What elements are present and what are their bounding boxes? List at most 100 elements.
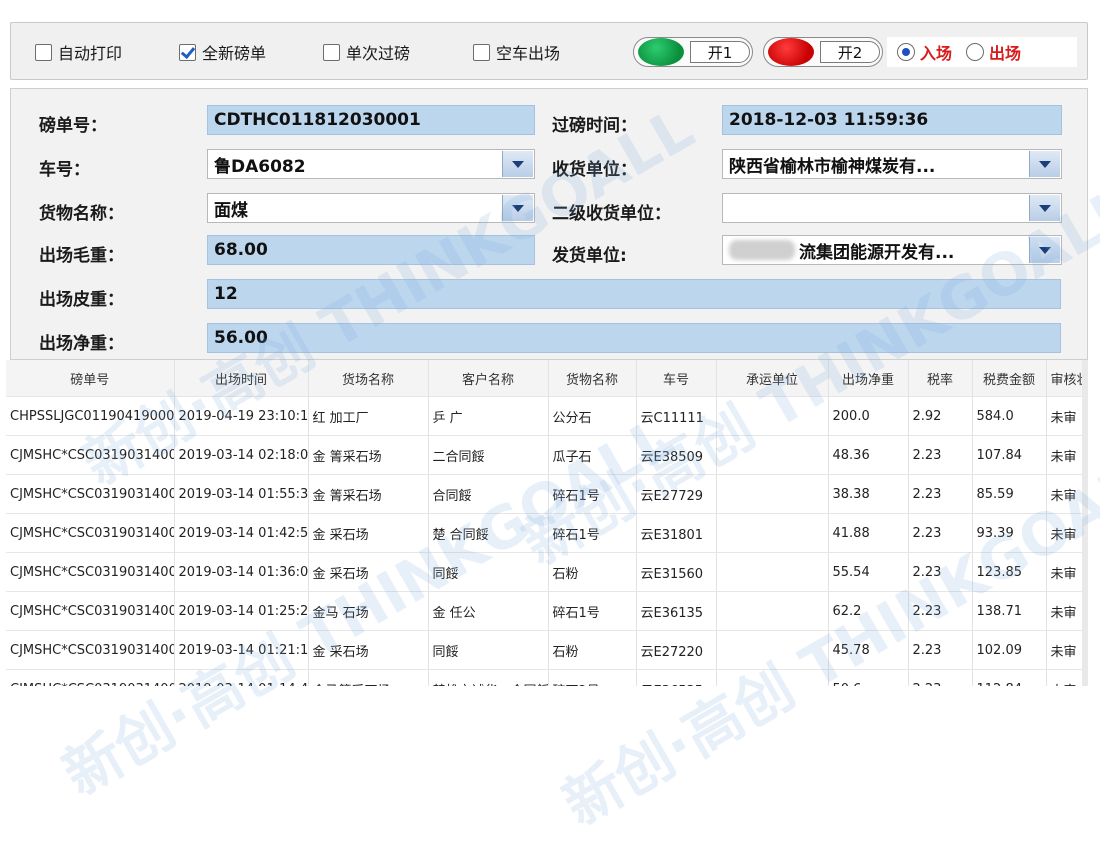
table-cell: 碎石1号 bbox=[548, 474, 637, 514]
goods-combo[interactable]: 面煤 bbox=[207, 193, 535, 223]
tare-weight-field[interactable]: 12 bbox=[207, 279, 1061, 309]
receiver-label: 收货单位： bbox=[552, 160, 637, 180]
table-row[interactable]: CJMSHC*CSC03190314001 2019-03-14 01:21:15… bbox=[6, 630, 1088, 670]
table-cell: 2.92 bbox=[908, 396, 973, 436]
radio-label: 入场 bbox=[920, 44, 953, 63]
radio-entry[interactable]: 入场 bbox=[897, 40, 952, 64]
table-cell: 同餒 bbox=[428, 630, 549, 670]
checkbox-label: 自动打印 bbox=[58, 44, 123, 63]
table-cell: 金 箐采石场 bbox=[308, 474, 429, 514]
table-cell: 云E27729 bbox=[636, 474, 717, 514]
table-cell: 2.23 bbox=[908, 435, 973, 475]
chevron-down-icon[interactable] bbox=[1029, 151, 1060, 177]
truck-no-label: 车号： bbox=[39, 160, 90, 180]
table-cell: 2.23 bbox=[908, 513, 973, 553]
sender-combo[interactable]: 流集团能源开发有... bbox=[722, 235, 1062, 265]
table-cell: 二合同餒 bbox=[428, 435, 549, 475]
weigh-time-field[interactable]: 2018-12-03 11:59:36 bbox=[722, 105, 1062, 135]
table-row[interactable]: CJMSHC*CSC031903140012019-03-14 01:14:41… bbox=[6, 669, 1088, 686]
gate-2-switch[interactable]: 开2 bbox=[763, 37, 883, 67]
radio-exit[interactable]: 出场 bbox=[966, 40, 1021, 64]
column-header[interactable]: 货物名称 bbox=[548, 360, 637, 397]
ticket-no-field[interactable]: CDTHC011812030001 bbox=[207, 105, 535, 135]
table-cell: 38.38 bbox=[828, 474, 909, 514]
redacted-blur bbox=[729, 240, 795, 260]
table-cell: 2.23 bbox=[908, 591, 973, 631]
table-row[interactable]: CJMSHC*CSC03190314001 2019-03-14 02:18:08… bbox=[6, 435, 1088, 475]
table-cell: 石粉 bbox=[548, 552, 637, 592]
chevron-down-icon[interactable] bbox=[502, 151, 533, 177]
table-cell: 123.85 bbox=[972, 552, 1047, 592]
table-cell: 同餒 bbox=[428, 552, 549, 592]
radio-dot-selected[interactable] bbox=[897, 43, 915, 61]
gross-weight-field[interactable]: 68.00 bbox=[207, 235, 535, 265]
table-cell: 楚 合同餒 bbox=[428, 513, 549, 553]
chevron-down-icon[interactable] bbox=[1029, 237, 1060, 263]
table-cell: 石粉 bbox=[548, 630, 637, 670]
table-cell: 2.23 bbox=[908, 669, 973, 686]
column-header[interactable]: 出场净重 bbox=[828, 360, 909, 397]
table-cell: CJMSHC*CSC03190314001 bbox=[6, 630, 175, 670]
chevron-down-icon[interactable] bbox=[1029, 195, 1060, 221]
gate-1-switch[interactable]: 开1 bbox=[633, 37, 753, 67]
net-weight-field[interactable]: 56.00 bbox=[207, 323, 1061, 353]
checkbox-box[interactable] bbox=[35, 43, 52, 61]
red-light-icon bbox=[768, 38, 814, 66]
switch-label[interactable]: 开2 bbox=[820, 41, 880, 63]
table-cell: 200.0 bbox=[828, 396, 909, 436]
checkbox-box-checked[interactable] bbox=[179, 43, 196, 61]
checkbox-box[interactable] bbox=[323, 43, 340, 61]
table-cell: 2.23 bbox=[908, 552, 973, 592]
column-header[interactable]: 货场名称 bbox=[308, 360, 429, 397]
table-row[interactable]: CJMSHC*CSC03190314001 2019-03-14 01:42:51… bbox=[6, 513, 1088, 553]
table-cell: 2019-03-14 01:25:26 bbox=[174, 591, 309, 631]
switch-label[interactable]: 开1 bbox=[690, 41, 750, 63]
table-cell: CJMSHC*CSC03190314001 bbox=[6, 552, 175, 592]
table-cell: 云E31560 bbox=[636, 552, 717, 592]
receiver-combo[interactable]: 陕西省榆林市榆神煤炭有... bbox=[722, 149, 1062, 179]
column-header[interactable]: 磅单号 bbox=[6, 360, 175, 397]
table-cell: 云E27220 bbox=[636, 630, 717, 670]
tare-weight-label: 出场皮重： bbox=[39, 290, 124, 310]
column-header[interactable]: 客户名称 bbox=[428, 360, 549, 397]
table-cell: 金 采石场 bbox=[308, 552, 429, 592]
table-cell: CJMSHC*CSC03190314001 bbox=[6, 435, 175, 475]
auto-print-checkbox[interactable]: 自动打印 bbox=[35, 41, 122, 63]
direction-radio-group: 入场 出场 bbox=[887, 37, 1077, 67]
table-cell: 55.54 bbox=[828, 552, 909, 592]
table-cell: 碎石2号 bbox=[548, 669, 637, 686]
column-header[interactable]: 车号 bbox=[636, 360, 717, 397]
records-grid: 磅单号 出场时间 货场名称 客户名称 货物名称 车号 承运单位 出场净重 税率 … bbox=[6, 360, 1088, 686]
table-row[interactable]: CHPSSLJGC011904190001 2019-04-19 23:10:15… bbox=[6, 396, 1088, 436]
column-header[interactable]: 承运单位 bbox=[716, 360, 829, 397]
single-weigh-checkbox[interactable]: 单次过磅 bbox=[323, 41, 410, 63]
table-row[interactable]: CJMSHC*CSC03190314001 2019-03-14 01:55:38… bbox=[6, 474, 1088, 514]
table-cell: 584.0 bbox=[972, 396, 1047, 436]
table-cell: 2019-03-14 01:55:38 bbox=[174, 474, 309, 514]
new-ticket-checkbox[interactable]: 全新磅单 bbox=[179, 41, 266, 63]
checkbox-box[interactable] bbox=[473, 43, 490, 61]
column-header[interactable]: 出场时间 bbox=[174, 360, 309, 397]
column-header[interactable]: 税费金额 bbox=[972, 360, 1047, 397]
table-cell: 合同餒 bbox=[428, 474, 549, 514]
table-row[interactable]: CJMSHC*CSC03190314001 2019-03-14 01:36:02… bbox=[6, 552, 1088, 592]
truck-no-combo[interactable]: 鲁DA6082 bbox=[207, 149, 535, 179]
table-cell: 50.6 bbox=[828, 669, 909, 686]
table-cell: 2019-04-19 23:10:15 bbox=[174, 396, 309, 436]
column-header[interactable]: 税率 bbox=[908, 360, 973, 397]
table-cell bbox=[716, 552, 829, 592]
sub-receiver-combo[interactable] bbox=[722, 193, 1062, 223]
empty-exit-checkbox[interactable]: 空车出场 bbox=[473, 41, 560, 63]
table-cell: 金马箐采石场 bbox=[308, 669, 429, 686]
records-table: 磅单号 出场时间 货场名称 客户名称 货物名称 车号 承运单位 出场净重 税率 … bbox=[6, 360, 1088, 686]
table-header-row: 磅单号 出场时间 货场名称 客户名称 货物名称 车号 承运单位 出场净重 税率 … bbox=[6, 360, 1088, 397]
vertical-scrollbar[interactable] bbox=[1082, 360, 1088, 686]
chevron-down-icon[interactable] bbox=[502, 195, 533, 221]
table-cell: 107.84 bbox=[972, 435, 1047, 475]
table-cell: 45.78 bbox=[828, 630, 909, 670]
table-cell: 碎石1号 bbox=[548, 513, 637, 553]
goods-value: 面煤 bbox=[214, 200, 248, 221]
radio-dot[interactable] bbox=[966, 43, 985, 61]
table-cell: 85.59 bbox=[972, 474, 1047, 514]
table-row[interactable]: CJMSHC*CSC03190314001 2019-03-14 01:25:26… bbox=[6, 591, 1088, 631]
